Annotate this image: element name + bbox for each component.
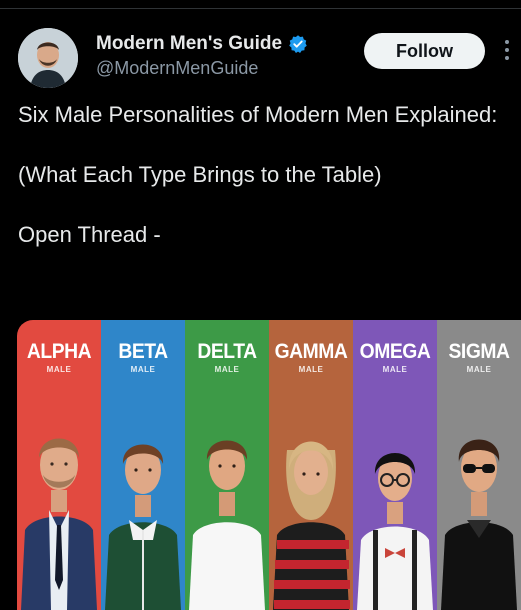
panel-omega: OMEGA MALE bbox=[353, 320, 437, 610]
tweet-media-image[interactable]: ALPHA MALE BETA MALE DELTA MALE GAMMA MA… bbox=[17, 320, 521, 610]
alpha-figure bbox=[21, 438, 97, 610]
gamma-figure bbox=[273, 441, 350, 610]
tweet-line: Open Thread - bbox=[18, 222, 161, 247]
tweet-line: (What Each Type Brings to the Table) bbox=[18, 162, 382, 187]
verified-badge-icon bbox=[289, 35, 307, 53]
more-options-icon[interactable] bbox=[505, 40, 511, 64]
sigma-figure bbox=[441, 439, 517, 610]
panel-alpha: ALPHA MALE bbox=[17, 320, 101, 610]
tweet-line: Six Male Personalities of Modern Men Exp… bbox=[18, 102, 498, 127]
panel-subtitle: MALE bbox=[382, 365, 408, 374]
panel-subtitle: MALE bbox=[214, 365, 240, 374]
top-divider bbox=[0, 8, 521, 9]
panel-gamma: GAMMA MALE bbox=[269, 320, 353, 610]
panel-title: ALPHA bbox=[26, 340, 92, 363]
follow-button[interactable]: Follow bbox=[364, 33, 485, 69]
panel-subtitle: MALE bbox=[46, 365, 72, 374]
panel-title: SIGMA bbox=[448, 340, 510, 363]
account-handle[interactable]: @ModernMenGuide bbox=[96, 58, 258, 79]
panel-title: BETA bbox=[118, 340, 168, 363]
panel-delta: DELTA MALE bbox=[185, 320, 269, 610]
tweet-text: Six Male Personalities of Modern Men Exp… bbox=[18, 100, 498, 250]
panel-sigma: SIGMA MALE bbox=[437, 320, 521, 610]
account-name[interactable]: Modern Men's Guide bbox=[96, 33, 282, 55]
delta-figure bbox=[189, 440, 265, 610]
omega-figure bbox=[357, 453, 433, 610]
panel-subtitle: MALE bbox=[466, 365, 492, 374]
panel-title: OMEGA bbox=[359, 340, 431, 363]
panel-subtitle: MALE bbox=[130, 365, 156, 374]
panel-subtitle: MALE bbox=[298, 365, 324, 374]
avatar[interactable] bbox=[18, 28, 78, 88]
panel-beta: BETA MALE bbox=[101, 320, 185, 610]
panel-title: DELTA bbox=[197, 340, 257, 363]
beta-figure bbox=[105, 444, 181, 610]
panel-title: GAMMA bbox=[274, 340, 348, 363]
